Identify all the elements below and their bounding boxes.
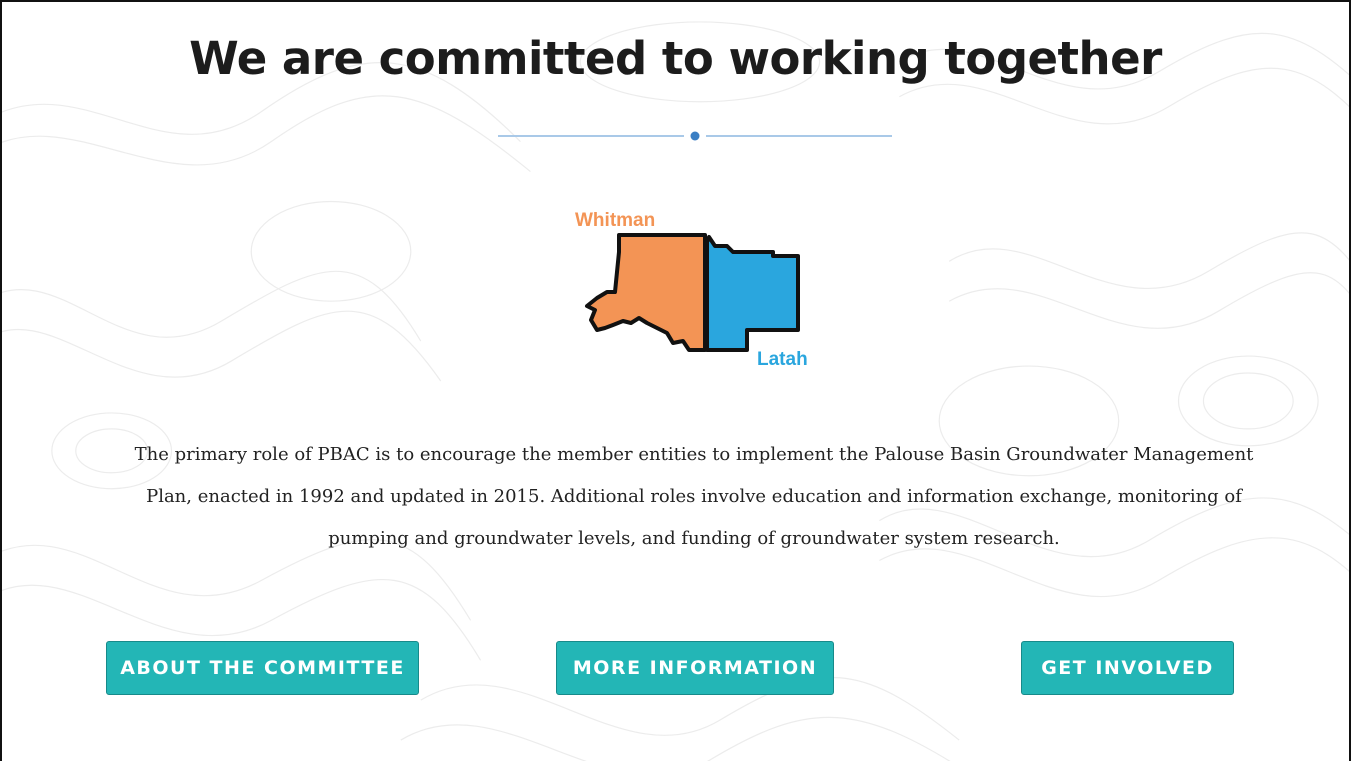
more-information-button[interactable]: MORE INFORMATION: [556, 641, 834, 695]
divider-dot: [690, 131, 700, 141]
page-frame: We are committed to working together Whi…: [0, 0, 1351, 761]
more-information-label: MORE INFORMATION: [572, 657, 818, 679]
get-involved-button[interactable]: GET INVOLVED: [1021, 641, 1234, 695]
description-paragraph: The primary role of PBAC is to encourage…: [134, 444, 1254, 549]
title-divider: [498, 131, 892, 141]
about-committee-button[interactable]: ABOUT THE COMMITTEE: [106, 641, 419, 695]
about-committee-label: ABOUT THE COMMITTEE: [120, 657, 405, 679]
whitman-county-shape: [585, 233, 707, 352]
county-map: Whitman Latah: [575, 210, 808, 370]
get-involved-label: GET INVOLVED: [1041, 657, 1214, 679]
latah-county-shape: [705, 235, 800, 352]
section-title: We are committed to working together: [189, 32, 1162, 85]
latah-label: Latah: [757, 349, 808, 370]
whitman-label: Whitman: [575, 210, 655, 231]
